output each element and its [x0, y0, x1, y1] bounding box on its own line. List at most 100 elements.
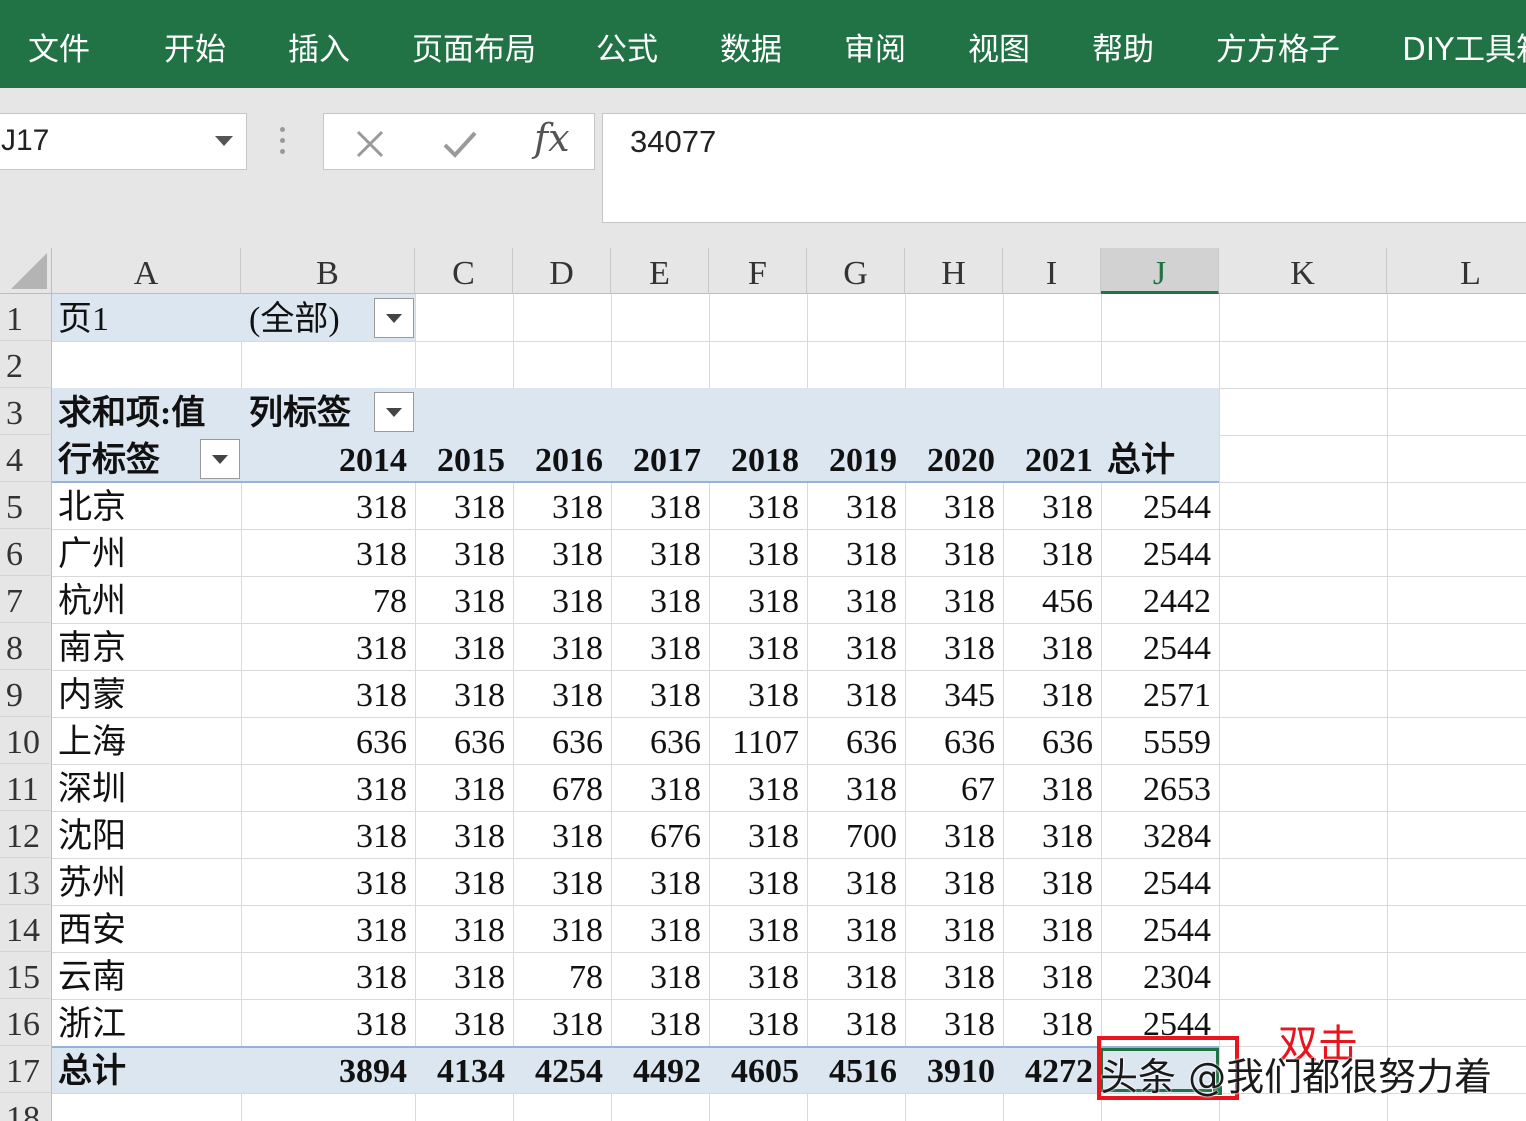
row-header-15[interactable]: 15	[0, 952, 52, 999]
select-all-button[interactable]	[0, 248, 52, 294]
pivot-value-cell[interactable]: 318	[709, 670, 799, 717]
column-header-b[interactable]: B	[241, 248, 415, 294]
row-header-3[interactable]: 3	[0, 388, 52, 435]
pivot-value-cell[interactable]: 318	[513, 576, 603, 623]
pivot-value-cell[interactable]: 318	[415, 482, 505, 529]
pivot-value-cell[interactable]: 318	[415, 905, 505, 952]
pivot-value-cell[interactable]: 676	[611, 811, 701, 858]
pivot-value-cell[interactable]: 318	[1003, 858, 1093, 905]
pivot-value-cell[interactable]: 318	[241, 999, 407, 1046]
pivot-value-cell[interactable]: 318	[807, 764, 897, 811]
column-header-f[interactable]: F	[709, 248, 807, 294]
pivot-value-cell[interactable]: 318	[611, 482, 701, 529]
row-header-16[interactable]: 16	[0, 999, 52, 1046]
pivot-value-cell[interactable]: 78	[241, 576, 407, 623]
chevron-down-icon[interactable]	[215, 136, 233, 146]
row-header-1[interactable]: 1	[0, 294, 52, 341]
pivot-value-cell[interactable]: 318	[241, 623, 407, 670]
pivot-value-cell[interactable]: 318	[709, 858, 799, 905]
column-header-e[interactable]: E	[611, 248, 709, 294]
pivot-value-cell[interactable]: 318	[611, 670, 701, 717]
pivot-value-cell[interactable]: 318	[513, 482, 603, 529]
pivot-row-total[interactable]: 2544	[1101, 905, 1211, 952]
pivot-value-cell[interactable]: 318	[1003, 670, 1093, 717]
pivot-value-cell[interactable]: 318	[513, 858, 603, 905]
pivot-value-cell[interactable]: 636	[807, 717, 897, 764]
pivot-value-cell[interactable]: 318	[807, 905, 897, 952]
name-box[interactable]: J17	[0, 113, 247, 170]
tab-help[interactable]: 帮助	[1092, 26, 1154, 74]
pivot-value-cell[interactable]: 78	[513, 952, 603, 999]
pivot-grand-total-cell[interactable]: 4492	[611, 1046, 701, 1093]
pivot-value-cell[interactable]: 318	[513, 811, 603, 858]
pivot-row-label[interactable]: 云南	[58, 952, 241, 999]
pivot-value-cell[interactable]: 318	[1003, 952, 1093, 999]
pivot-value-cell[interactable]: 636	[513, 717, 603, 764]
pivot-value-cell[interactable]: 318	[905, 576, 995, 623]
column-header-c[interactable]: C	[415, 248, 513, 294]
close-icon[interactable]	[354, 128, 386, 160]
pivot-year-header[interactable]: 2017	[611, 435, 701, 482]
row-header-11[interactable]: 11	[0, 764, 52, 811]
pivot-grand-total-cell[interactable]: 4134	[415, 1046, 505, 1093]
drag-handle-icon[interactable]	[280, 127, 288, 157]
row-header-18[interactable]: 18	[0, 1093, 52, 1121]
row-header-4[interactable]: 4	[0, 435, 52, 482]
pivot-value-cell[interactable]: 318	[905, 623, 995, 670]
tab-home[interactable]: 开始	[164, 26, 226, 74]
row-header-14[interactable]: 14	[0, 905, 52, 952]
pivot-value-cell[interactable]: 318	[611, 858, 701, 905]
pivot-year-header[interactable]: 2015	[415, 435, 505, 482]
pivot-row-total[interactable]: 2571	[1101, 670, 1211, 717]
pivot-grand-total-cell[interactable]: 4605	[709, 1046, 799, 1093]
pivot-value-cell[interactable]: 318	[241, 905, 407, 952]
tab-page-layout[interactable]: 页面布局	[412, 26, 536, 74]
pivot-value-cell[interactable]: 318	[415, 999, 505, 1046]
pivot-value-cell[interactable]: 318	[709, 482, 799, 529]
row-header-6[interactable]: 6	[0, 529, 52, 576]
formula-input[interactable]: 34077	[602, 113, 1526, 223]
pivot-row-total[interactable]: 2442	[1101, 576, 1211, 623]
pivot-year-header[interactable]: 2016	[513, 435, 603, 482]
pivot-row-label[interactable]: 苏州	[58, 858, 241, 905]
pivot-value-cell[interactable]: 318	[807, 623, 897, 670]
pivot-row-total[interactable]: 2544	[1101, 529, 1211, 576]
pivot-value-cell[interactable]: 636	[905, 717, 995, 764]
pivot-value-cell[interactable]: 318	[415, 529, 505, 576]
pivot-value-cell[interactable]: 318	[611, 999, 701, 1046]
pivot-value-cell[interactable]: 318	[905, 529, 995, 576]
row-header-5[interactable]: 5	[0, 482, 52, 529]
pivot-value-cell[interactable]: 318	[241, 764, 407, 811]
column-header-k[interactable]: K	[1219, 248, 1387, 294]
pivot-value-cell[interactable]: 318	[709, 576, 799, 623]
column-header-a[interactable]: A	[52, 248, 241, 294]
row-labels-filter-dropdown[interactable]	[200, 439, 240, 479]
pivot-grand-total-cell[interactable]: 4272	[1003, 1046, 1093, 1093]
page-filter-dropdown[interactable]	[374, 298, 414, 338]
pivot-value-cell[interactable]: 318	[709, 905, 799, 952]
pivot-year-header[interactable]: 2021	[1003, 435, 1093, 482]
pivot-page-field-label[interactable]: 页1	[58, 294, 241, 341]
tab-insert[interactable]: 插入	[288, 26, 350, 74]
pivot-value-cell[interactable]: 1107	[709, 717, 799, 764]
row-header-13[interactable]: 13	[0, 858, 52, 905]
pivot-value-cell[interactable]: 636	[611, 717, 701, 764]
pivot-value-cell[interactable]: 318	[241, 529, 407, 576]
pivot-value-cell[interactable]: 318	[241, 952, 407, 999]
pivot-value-cell[interactable]: 318	[807, 670, 897, 717]
column-header-g[interactable]: G	[807, 248, 905, 294]
pivot-row-label[interactable]: 内蒙	[58, 670, 241, 717]
pivot-row-label[interactable]: 西安	[58, 905, 241, 952]
pivot-value-cell[interactable]: 318	[415, 811, 505, 858]
pivot-value-cell[interactable]: 318	[1003, 905, 1093, 952]
row-header-8[interactable]: 8	[0, 623, 52, 670]
pivot-value-cell[interactable]: 318	[611, 529, 701, 576]
pivot-grand-total-header[interactable]: 总计	[1107, 435, 1219, 482]
pivot-value-cell[interactable]: 318	[807, 999, 897, 1046]
pivot-year-header[interactable]: 2020	[905, 435, 995, 482]
pivot-row-label[interactable]: 浙江	[58, 999, 241, 1046]
row-header-9[interactable]: 9	[0, 670, 52, 717]
pivot-value-cell[interactable]: 700	[807, 811, 897, 858]
pivot-value-cell[interactable]: 318	[611, 623, 701, 670]
pivot-value-cell[interactable]: 318	[709, 623, 799, 670]
